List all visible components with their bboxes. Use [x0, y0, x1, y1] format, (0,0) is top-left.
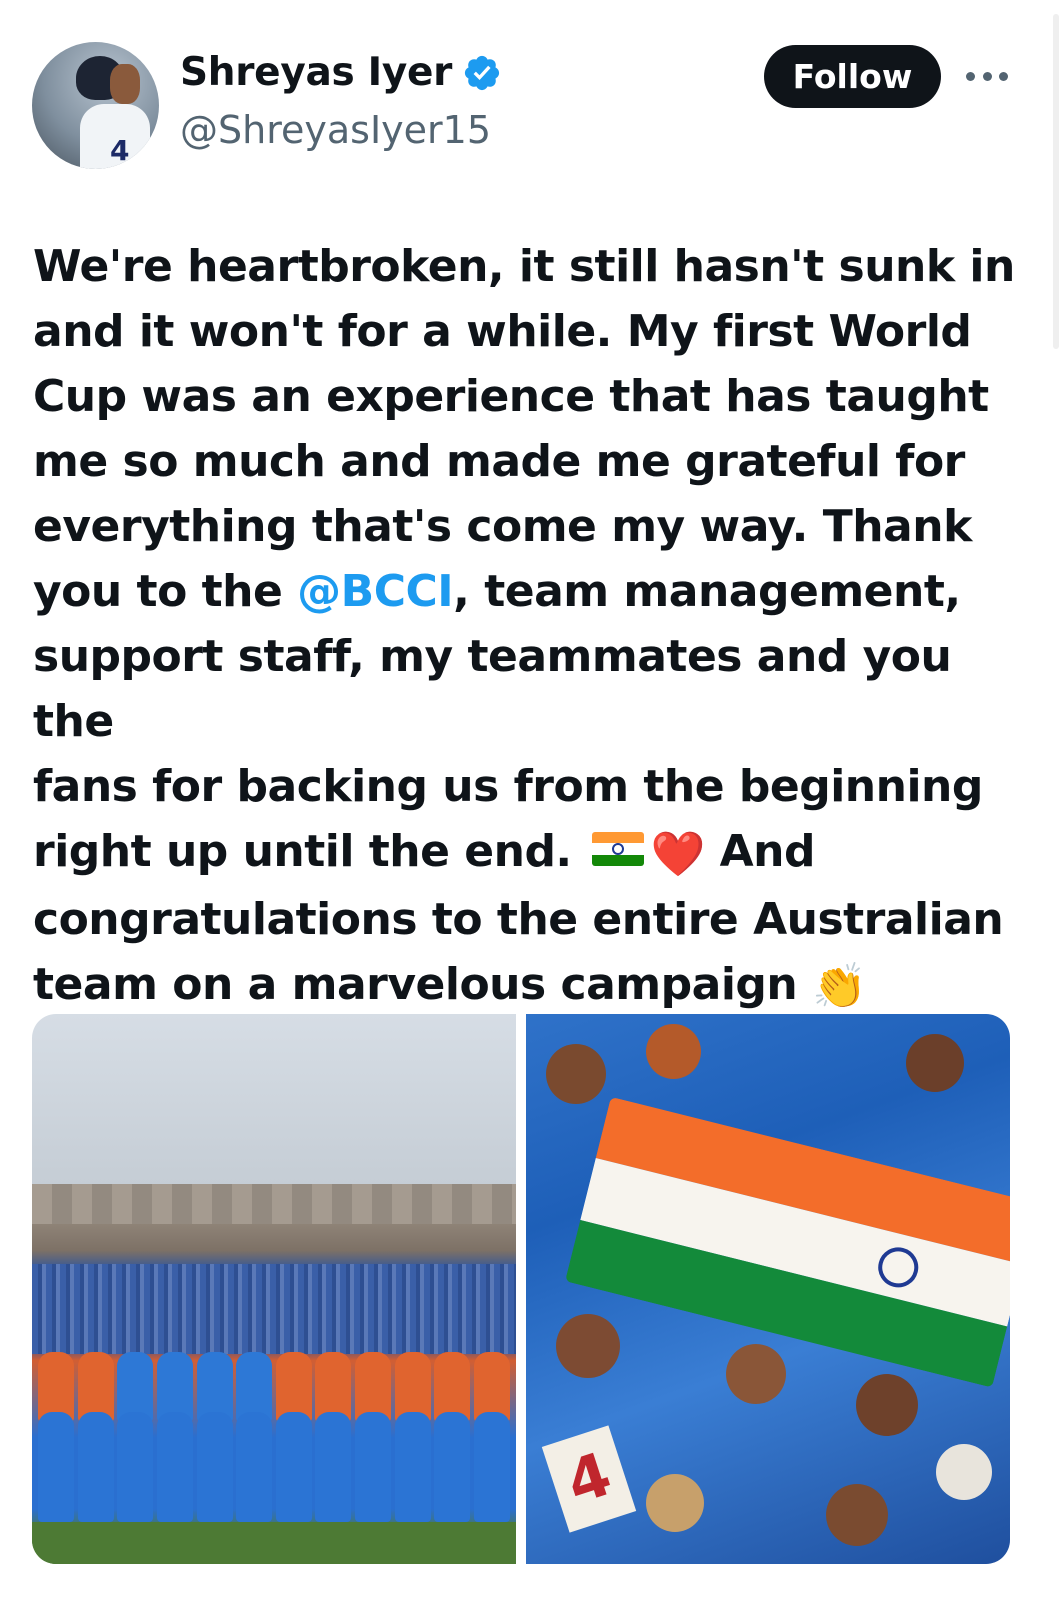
players-front-row: [38, 1412, 510, 1522]
author-name-row: Shreyas Iyer: [180, 50, 502, 95]
tweet-line: everything that's come my way. Thank: [33, 501, 972, 552]
tweet-line: congratulations to the entire Australian: [33, 893, 1004, 945]
media-grid: 4: [32, 1014, 1010, 1564]
stadium-roof: [32, 1184, 516, 1224]
india-flag-icon: [592, 832, 645, 866]
clapping-hands-icon: 👏: [812, 961, 867, 1012]
more-dot: [999, 71, 1008, 81]
verified-badge-icon[interactable]: [462, 53, 502, 93]
fan-sign: 4: [541, 1425, 637, 1533]
tweet-line: you to the: [33, 566, 298, 617]
mention-link[interactable]: @BCCI: [297, 566, 454, 617]
follow-button[interactable]: Follow: [764, 45, 941, 108]
tweet-line: fans for backing us from the beginning: [33, 761, 983, 812]
tweet-text: We're heartbroken, it still hasn't sunk …: [33, 234, 1028, 1019]
avatar-face: [110, 64, 140, 104]
author-name[interactable]: Shreyas Iyer: [180, 50, 452, 95]
stadium-crowd: [32, 1264, 516, 1354]
heart-icon: ❤️: [650, 828, 705, 880]
team-photo[interactable]: [32, 1014, 516, 1564]
author-handle[interactable]: @ShreyasIyer15: [180, 108, 491, 152]
tweet-line: me so much and made me grateful for: [33, 436, 965, 487]
tweet-line: right up until the end.: [33, 826, 572, 877]
tweet-line: Cup was an experience that has taught: [33, 371, 989, 422]
tweet-line: We're heartbroken, it still hasn't sunk …: [33, 241, 1015, 292]
more-horizontal-icon[interactable]: [966, 64, 1008, 88]
avatar-jersey-number: 4: [110, 134, 130, 167]
avatar[interactable]: 4: [32, 42, 159, 169]
grass: [32, 1522, 516, 1564]
more-dot: [966, 71, 975, 81]
scrollbar[interactable]: [1053, 14, 1059, 349]
india-flag-waving: [565, 1096, 1010, 1388]
tweet-line: And: [719, 826, 816, 877]
fans-photo[interactable]: 4: [526, 1014, 1010, 1564]
tweet-line: support staff, my teammates and you the: [33, 631, 967, 747]
tweet-line: team on a marvelous campaign: [33, 958, 798, 1010]
tweet-line: , team management,: [453, 566, 961, 617]
more-dot: [982, 71, 992, 81]
tweet-line: and it won't for a while. My first World: [33, 306, 972, 357]
